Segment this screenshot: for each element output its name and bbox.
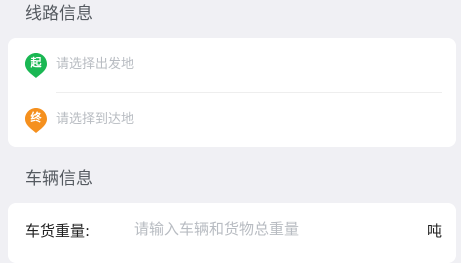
departure-selector[interactable]: 起 请选择出发地: [8, 38, 456, 92]
weight-label: 车货重量:: [25, 222, 91, 240]
departure-placeholder: 请选择出发地: [56, 57, 135, 72]
end-marker-label: 终: [30, 111, 42, 124]
route-card: 起 请选择出发地 终 请选择到达地: [8, 38, 456, 147]
route-info-title: 线路信息: [25, 4, 93, 24]
start-location-pin-icon: 起: [24, 52, 48, 79]
start-marker-label: 起: [30, 56, 42, 69]
weight-unit: 吨: [426, 222, 442, 240]
destination-placeholder: 请选择到达地: [56, 112, 135, 127]
vehicle-card: 车货重量: 吨: [8, 203, 456, 263]
destination-selector[interactable]: 终 请选择到达地: [8, 93, 456, 147]
total-weight-input[interactable]: [134, 215, 414, 243]
vehicle-info-title: 车辆信息: [25, 169, 93, 189]
end-location-pin-icon: 终: [24, 107, 48, 134]
